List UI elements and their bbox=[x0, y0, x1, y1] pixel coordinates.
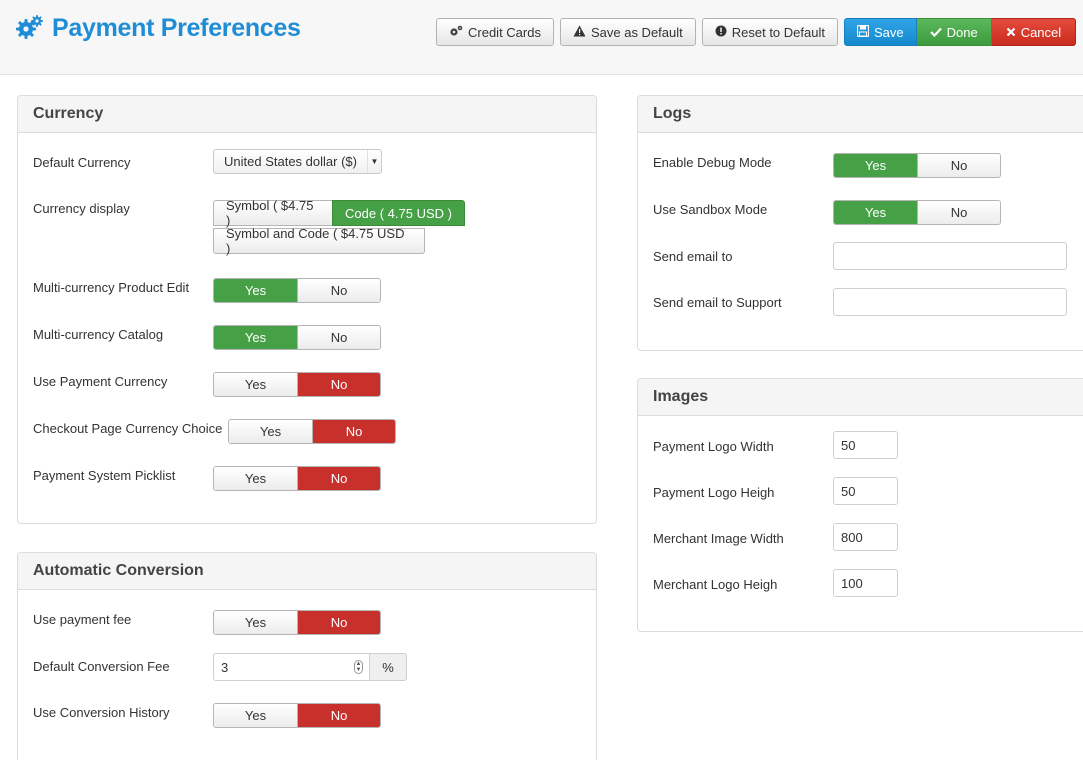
reset-to-default-button[interactable]: Reset to Default bbox=[701, 18, 838, 46]
yes-option[interactable]: Yes bbox=[229, 420, 312, 443]
multi-currency-product-label: Multi-currency Product Edit bbox=[33, 280, 190, 295]
images-panel: Images Payment Logo Width 50 Payment Log… bbox=[637, 378, 1083, 632]
gears-icon bbox=[449, 25, 463, 40]
no-option[interactable]: No bbox=[297, 279, 380, 302]
multi-currency-catalog-toggle[interactable]: Yes No bbox=[213, 325, 381, 350]
yes-option[interactable]: Yes bbox=[214, 611, 297, 634]
send-email-input[interactable] bbox=[833, 242, 1067, 270]
send-email-support-input[interactable] bbox=[833, 288, 1067, 316]
send-email-label: Send email to bbox=[653, 249, 733, 264]
sandbox-mode-toggle[interactable]: Yes No bbox=[833, 200, 1001, 225]
debug-mode-label: Enable Debug Mode bbox=[653, 155, 772, 170]
save-as-default-button[interactable]: Save as Default bbox=[559, 18, 696, 46]
credit-cards-label: Credit Cards bbox=[468, 24, 541, 40]
done-label: Done bbox=[946, 24, 978, 40]
credit-cards-button[interactable]: Credit Cards bbox=[436, 18, 554, 46]
use-conversion-history-toggle[interactable]: Yes No bbox=[213, 703, 381, 728]
no-option[interactable]: No bbox=[297, 373, 380, 396]
merchant-image-width-label: Merchant Image Width bbox=[653, 531, 784, 546]
images-panel-title: Images bbox=[638, 379, 1083, 416]
top-bar: Payment Preferences Credit Cards Save as… bbox=[0, 0, 1083, 75]
payment-logo-height-input[interactable]: 50 bbox=[833, 477, 898, 505]
default-currency-select[interactable]: United States dollar ($) ▼ bbox=[213, 149, 382, 174]
no-option[interactable]: No bbox=[297, 326, 380, 349]
default-currency-value: United States dollar ($) bbox=[224, 154, 357, 169]
yes-option[interactable]: Yes bbox=[834, 154, 917, 177]
payment-logo-width-input[interactable]: 50 bbox=[833, 431, 898, 459]
currency-display-symbol[interactable]: Symbol ( $4.75 ) bbox=[213, 198, 333, 228]
default-conversion-fee-input[interactable]: 3 ▲ ▼ bbox=[213, 653, 370, 681]
use-payment-currency-toggle[interactable]: Yes No bbox=[213, 372, 381, 397]
no-option[interactable]: No bbox=[917, 201, 1000, 224]
currency-panel: Currency Default Currency United States … bbox=[17, 95, 597, 524]
currency-panel-title: Currency bbox=[18, 96, 596, 133]
warning-icon bbox=[573, 25, 586, 40]
yes-option[interactable]: Yes bbox=[214, 373, 297, 396]
currency-display-symbol-code[interactable]: Symbol and Code ( $4.75 USD ) bbox=[213, 226, 425, 256]
check-icon bbox=[929, 25, 942, 40]
merchant-image-width-input[interactable]: 800 bbox=[833, 523, 898, 551]
cancel-label: Cancel bbox=[1020, 24, 1062, 40]
no-option[interactable]: No bbox=[297, 611, 380, 634]
multi-currency-product-toggle[interactable]: Yes No bbox=[213, 278, 381, 303]
multi-currency-catalog-label: Multi-currency Catalog bbox=[33, 327, 164, 342]
merchant-logo-height-label: Merchant Logo Heigh bbox=[653, 577, 778, 592]
payment-system-picklist-toggle[interactable]: Yes No bbox=[213, 466, 381, 491]
save-label: Save bbox=[873, 24, 904, 40]
yes-option[interactable]: Yes bbox=[214, 704, 297, 727]
merchant-logo-height-input[interactable]: 100 bbox=[833, 569, 898, 597]
info-icon bbox=[715, 25, 727, 40]
currency-display-label: Currency display bbox=[33, 201, 130, 216]
checkout-currency-choice-toggle[interactable]: Yes No bbox=[228, 419, 396, 444]
use-payment-currency-label: Use Payment Currency bbox=[33, 374, 168, 389]
no-option[interactable]: No bbox=[297, 467, 380, 490]
conversion-panel-title: Automatic Conversion bbox=[18, 553, 596, 590]
floppy-icon bbox=[856, 24, 870, 40]
done-button[interactable]: Done bbox=[916, 18, 992, 46]
send-email-support-label: Send email to Support bbox=[653, 295, 782, 310]
save-as-default-label: Save as Default bbox=[590, 24, 683, 40]
no-option[interactable]: No bbox=[917, 154, 1000, 177]
page-header: Payment Preferences bbox=[16, 14, 301, 43]
select-arrow-icon: ▼ bbox=[367, 150, 381, 173]
yes-option[interactable]: Yes bbox=[834, 201, 917, 224]
reset-to-default-label: Reset to Default bbox=[731, 24, 825, 40]
payment-logo-width-label: Payment Logo Width bbox=[653, 439, 774, 454]
save-button[interactable]: Save bbox=[843, 18, 917, 46]
yes-option[interactable]: Yes bbox=[214, 467, 297, 490]
payment-system-picklist-label: Payment System Picklist bbox=[33, 468, 176, 483]
page-title: Payment Preferences bbox=[52, 14, 301, 42]
cancel-button[interactable]: Cancel bbox=[991, 18, 1077, 46]
close-icon bbox=[1006, 25, 1016, 40]
fee-unit-addon: % bbox=[369, 653, 407, 681]
logs-panel: Logs Enable Debug Mode Yes No Use Sandbo… bbox=[637, 95, 1083, 351]
default-conversion-fee-label: Default Conversion Fee bbox=[33, 659, 170, 674]
checkout-currency-choice-label: Checkout Page Currency Choice bbox=[33, 421, 223, 436]
gears-icon bbox=[16, 14, 44, 43]
no-option[interactable]: No bbox=[297, 704, 380, 727]
conversion-panel: Automatic Conversion Use payment fee Yes… bbox=[17, 552, 597, 760]
default-conversion-fee-value: 3 bbox=[221, 659, 229, 675]
default-currency-label: Default Currency bbox=[33, 155, 131, 170]
payment-logo-height-label: Payment Logo Heigh bbox=[653, 485, 775, 500]
use-payment-fee-toggle[interactable]: Yes No bbox=[213, 610, 381, 635]
debug-mode-toggle[interactable]: Yes No bbox=[833, 153, 1001, 178]
toolbar: Credit Cards Save as Default Reset to De… bbox=[436, 18, 1077, 46]
use-conversion-history-label: Use Conversion History bbox=[33, 705, 170, 720]
yes-option[interactable]: Yes bbox=[214, 279, 297, 302]
currency-display-code[interactable]: Code ( 4.75 USD ) bbox=[332, 200, 465, 226]
logs-panel-title: Logs bbox=[638, 96, 1083, 133]
stepper-icon[interactable]: ▲ ▼ bbox=[354, 660, 363, 674]
use-payment-fee-label: Use payment fee bbox=[33, 612, 132, 627]
no-option[interactable]: No bbox=[312, 420, 395, 443]
yes-option[interactable]: Yes bbox=[214, 326, 297, 349]
sandbox-mode-label: Use Sandbox Mode bbox=[653, 202, 768, 217]
